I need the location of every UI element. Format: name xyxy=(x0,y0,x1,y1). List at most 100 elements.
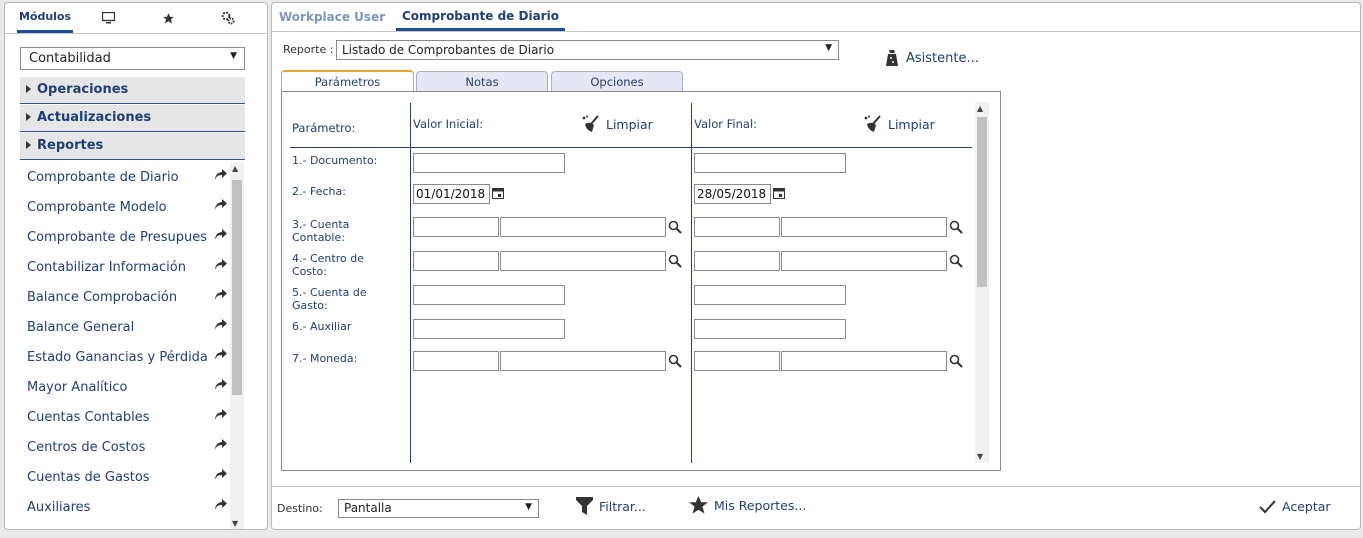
fecha-inicial-input[interactable]: 01/01/2018 xyxy=(413,184,490,204)
mis-reportes-button[interactable]: Mis Reportes... xyxy=(689,496,806,514)
auxiliar-inicial-input[interactable] xyxy=(413,319,565,339)
scroll-down-icon[interactable]: ▼ xyxy=(232,519,238,528)
reporte-select-value: Listado de Comprobantes de Diario xyxy=(342,43,555,57)
report-item[interactable]: Contabilizar Información xyxy=(20,252,230,282)
asistente-button[interactable]: Asistente... xyxy=(886,48,979,68)
report-item[interactable]: Comprobante Modelo xyxy=(20,192,230,222)
moneda-final-code-input[interactable] xyxy=(694,351,780,371)
caret-right-icon xyxy=(26,85,31,93)
cuenta-final-desc-input[interactable] xyxy=(781,217,947,237)
documento-inicial-input[interactable] xyxy=(413,153,565,173)
magnifier-icon[interactable] xyxy=(949,220,963,234)
module-select[interactable]: Contabilidad ▼ xyxy=(20,47,245,70)
centro-final-code-input[interactable] xyxy=(694,251,780,271)
magnifier-icon[interactable] xyxy=(949,354,963,368)
share-arrow-icon[interactable] xyxy=(214,378,228,392)
report-item[interactable]: Centros de Costos xyxy=(20,432,230,462)
scroll-up-icon[interactable]: ▲ xyxy=(977,104,983,113)
magnifier-icon[interactable] xyxy=(668,220,682,234)
report-item[interactable]: Comprobante de Presupues xyxy=(20,222,230,252)
tab-settings[interactable] xyxy=(217,3,239,33)
tab-opciones[interactable]: Opciones xyxy=(551,71,683,91)
param-label-line: 3.- Cuenta xyxy=(292,218,350,231)
param-label-line: Contable: xyxy=(292,231,345,244)
tab-parametros[interactable]: Parámetros xyxy=(281,70,414,92)
section-label: Actualizaciones xyxy=(37,110,152,125)
share-arrow-icon[interactable] xyxy=(214,498,228,512)
limpiar-final-button[interactable]: Limpiar xyxy=(863,115,935,133)
param-label-line: 4.- Centro de xyxy=(292,252,364,265)
params-scrollbar[interactable]: ▲ ▼ xyxy=(975,102,989,463)
share-arrow-icon[interactable] xyxy=(214,408,228,422)
moneda-inicial-desc-input[interactable] xyxy=(500,351,666,371)
scroll-thumb[interactable] xyxy=(232,180,242,395)
report-item[interactable]: Auxiliares xyxy=(20,492,230,522)
report-item[interactable]: Balance Comprobación xyxy=(20,282,230,312)
report-panel: Workplace User Comprobante de Diario Rep… xyxy=(271,2,1361,530)
filtrar-button[interactable]: Filtrar... xyxy=(576,497,646,515)
report-item[interactable]: Comprobante de Diario xyxy=(20,162,230,192)
destino-select[interactable]: Pantalla ▼ xyxy=(338,499,539,518)
share-arrow-icon[interactable] xyxy=(214,198,228,212)
tab-notas[interactable]: Notas xyxy=(416,71,548,91)
share-arrow-icon[interactable] xyxy=(214,288,228,302)
mis-reportes-label: Mis Reportes... xyxy=(714,497,807,513)
report-item[interactable]: Mayor Analítico xyxy=(20,372,230,402)
share-arrow-icon[interactable] xyxy=(214,318,228,332)
share-arrow-icon[interactable] xyxy=(214,168,228,182)
scroll-up-icon[interactable]: ▲ xyxy=(232,164,238,173)
asistente-label: Asistente... xyxy=(906,50,979,66)
limpiar-inicial-button[interactable]: Limpiar xyxy=(581,115,653,133)
report-item[interactable]: Balance General xyxy=(20,312,230,342)
param-fecha-label: 2.- Fecha: xyxy=(292,185,346,198)
scroll-thumb[interactable] xyxy=(977,117,987,287)
gear-icon xyxy=(221,11,235,25)
share-arrow-icon[interactable] xyxy=(214,348,228,362)
moneda-inicial-code-input[interactable] xyxy=(413,351,499,371)
tab-monitor[interactable] xyxy=(97,3,119,33)
centro-inicial-desc-input[interactable] xyxy=(500,251,666,271)
chevron-down-icon: ▼ xyxy=(525,502,532,512)
centro-final-desc-input[interactable] xyxy=(781,251,947,271)
cuenta-final-code-input[interactable] xyxy=(694,217,780,237)
share-arrow-icon[interactable] xyxy=(214,258,228,272)
destino-label: Destino: xyxy=(277,502,323,515)
chevron-down-icon: ▼ xyxy=(230,51,237,61)
auxiliar-final-input[interactable] xyxy=(694,319,846,339)
centro-inicial-code-input[interactable] xyxy=(413,251,499,271)
share-arrow-icon[interactable] xyxy=(214,468,228,482)
left-scrollbar[interactable]: ▲ ▼ xyxy=(230,162,244,529)
chevron-down-icon: ▼ xyxy=(825,43,832,53)
section-operaciones[interactable]: Operaciones xyxy=(20,77,245,104)
caret-right-icon xyxy=(26,113,31,121)
tab-modulos[interactable]: Módulos xyxy=(17,3,73,33)
aceptar-button[interactable]: Aceptar xyxy=(1259,499,1331,514)
filter-icon xyxy=(576,497,593,515)
star-icon xyxy=(162,12,174,23)
cuenta-inicial-desc-input[interactable] xyxy=(500,217,666,237)
broom-icon xyxy=(582,115,599,132)
documento-final-input[interactable] xyxy=(694,153,846,173)
gasto-inicial-input[interactable] xyxy=(413,285,565,305)
gasto-final-input[interactable] xyxy=(694,285,846,305)
tab-favorites[interactable] xyxy=(157,3,179,33)
report-item[interactable]: Cuentas de Gastos xyxy=(20,462,230,492)
moneda-final-desc-input[interactable] xyxy=(781,351,947,371)
magnifier-icon[interactable] xyxy=(949,254,963,268)
calendar-icon[interactable] xyxy=(773,187,785,199)
section-actualizaciones[interactable]: Actualizaciones xyxy=(20,105,245,132)
calendar-icon[interactable] xyxy=(492,187,504,199)
share-arrow-icon[interactable] xyxy=(214,438,228,452)
magnifier-icon[interactable] xyxy=(668,354,682,368)
magnifier-icon[interactable] xyxy=(668,254,682,268)
tab-workplace-user[interactable]: Workplace User xyxy=(279,3,385,31)
section-reportes[interactable]: Reportes xyxy=(20,133,245,160)
tab-comprobante-diario[interactable]: Comprobante de Diario xyxy=(396,3,565,31)
scroll-down-icon[interactable]: ▼ xyxy=(977,452,983,461)
report-item[interactable]: Estado Ganancias y Pérdida xyxy=(20,342,230,372)
report-item[interactable]: Cuentas Contables xyxy=(20,402,230,432)
cuenta-inicial-code-input[interactable] xyxy=(413,217,499,237)
fecha-final-input[interactable]: 28/05/2018 xyxy=(694,184,771,204)
reporte-select[interactable]: Listado de Comprobantes de Diario ▼ xyxy=(336,40,839,60)
share-arrow-icon[interactable] xyxy=(214,228,228,242)
